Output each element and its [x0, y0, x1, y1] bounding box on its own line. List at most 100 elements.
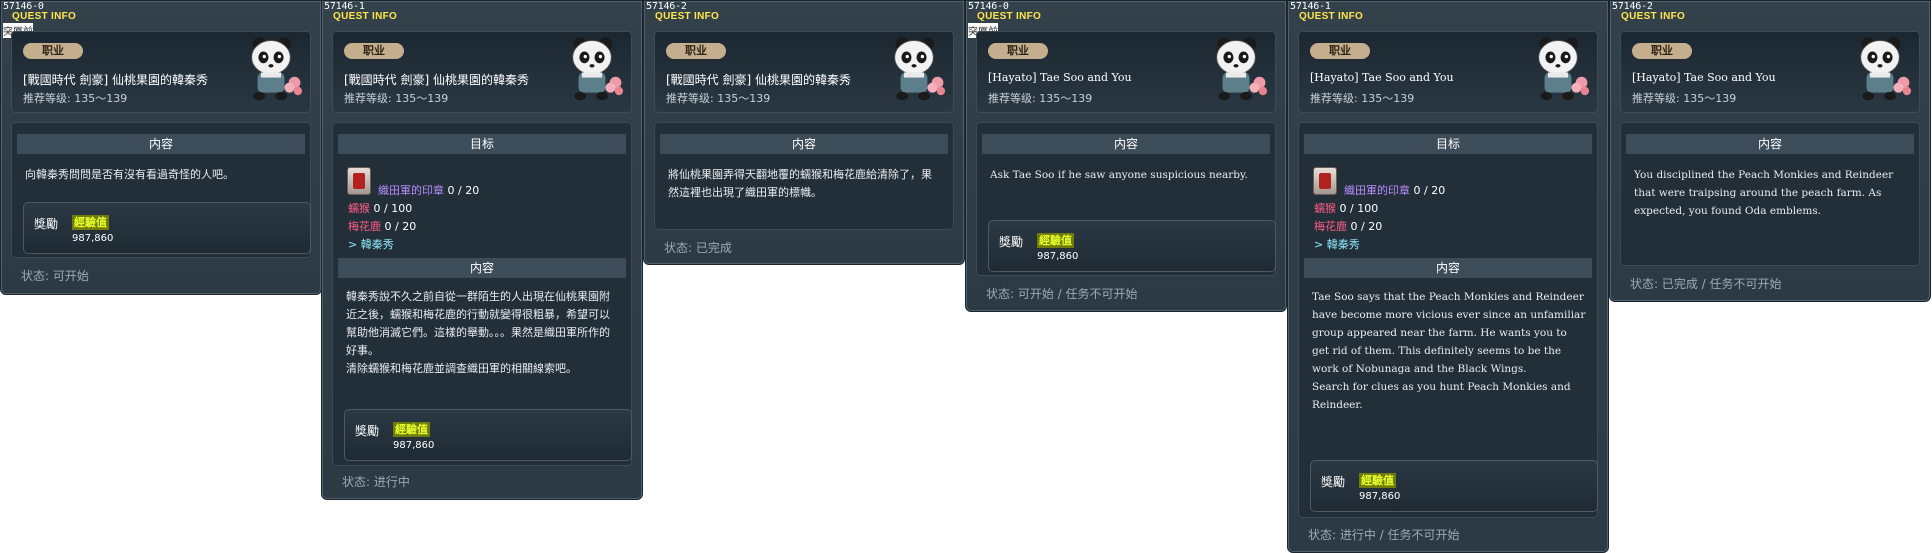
panda-npc-icon	[1860, 36, 1912, 101]
quest-status: 状态: 可开始 / 任务不可开始	[986, 287, 1138, 301]
content-header: 内容	[982, 134, 1270, 154]
content-panel: 内容 向韓秦秀問問是否有沒有看過奇怪的人吧。 獎勵 經驗值 987,860	[11, 122, 311, 258]
job-badge: 职业	[988, 43, 1048, 59]
mob-count: 0 / 20	[1350, 220, 1383, 233]
recommended-level: 推荐等级: 135～139	[988, 92, 1093, 105]
quest-status: 状态: 已完成 / 任务不可开始	[1630, 277, 1782, 291]
panda-npc-icon	[251, 36, 303, 101]
target-npc: > 韓秦秀	[348, 238, 394, 251]
content-header: 内容	[17, 134, 305, 154]
mob-count: 0 / 100	[1339, 202, 1379, 215]
job-badge: 职业	[23, 43, 83, 59]
exp-badge: 經驗值	[72, 215, 109, 230]
quest-card-3: 57146-2 QUEST INFO 职业 [戰國時代 劍豪] 仙桃果園的韓秦秀…	[643, 0, 965, 265]
job-badge: 职业	[344, 43, 404, 59]
quest-header: 职业 [Hayato] Tae Soo and You 推荐等级: 135～13…	[1298, 31, 1598, 113]
target-npc: > 韓秦秀	[1314, 238, 1360, 251]
quest-info-title: QUEST INFO	[12, 11, 77, 22]
mob-name: 梅花鹿	[348, 220, 381, 233]
exp-badge: 經驗值	[1037, 233, 1074, 248]
panda-npc-icon	[572, 36, 624, 101]
content-header: 内容	[1304, 258, 1592, 278]
content-header: 内容	[1626, 134, 1914, 154]
content-text: You disciplined the Peach Monkies and Re…	[1634, 169, 1894, 217]
reward-label: 獎勵	[34, 217, 59, 231]
reward-label: 獎勵	[1321, 475, 1346, 489]
quest-name: [戰國時代 劍豪] 仙桃果園的韓秦秀	[344, 73, 529, 87]
mob-count: 0 / 20	[384, 220, 417, 233]
reward-box: 獎勵 經驗值 987,860	[344, 409, 632, 461]
quest-status: 状态: 已完成	[664, 241, 732, 255]
quest-card-4: 57146-0 QUEST INFO 突厦前 职业 [Hayato] Tae S…	[965, 0, 1287, 312]
seal-item-icon	[1314, 168, 1336, 194]
quest-card-2: 57146-1 QUEST INFO 职业 [戰國時代 劍豪] 仙桃果園的韓秦秀…	[321, 0, 643, 500]
content-text: Ask Tae Soo if he saw anyone suspicious …	[990, 169, 1248, 181]
content-panel: 内容 You disciplined the Peach Monkies and…	[1620, 122, 1920, 266]
panda-npc-icon	[1216, 36, 1268, 101]
content-panel: 内容 將仙桃果園弄得天翻地覆的蠕猴和梅花鹿給清除了，果然這裡也出現了織田軍的標幟…	[654, 122, 954, 230]
target-item: 織田軍的印章 0 / 20	[378, 182, 479, 198]
seal-item-icon	[348, 168, 370, 194]
content-header: 内容	[660, 134, 948, 154]
content-text: 向韓秦秀問問是否有沒有看過奇怪的人吧。	[25, 168, 234, 181]
exp-value: 987,860	[393, 440, 435, 451]
quest-header: 职业 [Hayato] Tae Soo and You 推荐等级: 135～13…	[976, 31, 1276, 113]
reward-box: 獎勵 經驗值 987,860	[988, 220, 1276, 272]
content-panel: 目标 織田軍的印章 0 / 20 蠕猴 0 / 100 梅花鹿 0 / 20 >…	[332, 122, 632, 466]
quest-status: 状态: 可开始	[21, 269, 89, 283]
mob-count: 0 / 100	[373, 202, 413, 215]
exp-value: 987,860	[72, 233, 114, 244]
content-header: 内容	[338, 258, 626, 278]
mob-name: 梅花鹿	[1314, 220, 1347, 233]
target-header: 目标	[338, 134, 626, 154]
exp-badge: 經驗值	[393, 422, 430, 437]
panda-npc-icon	[1538, 36, 1590, 101]
content-text: 將仙桃果園弄得天翻地覆的蠕猴和梅花鹿給清除了，果然這裡也出現了織田軍的標幟。	[668, 168, 932, 199]
job-badge: 职业	[666, 43, 726, 59]
quest-name: [戰國時代 劍豪] 仙桃果園的韓秦秀	[666, 73, 851, 87]
quest-status: 状态: 进行中	[342, 475, 410, 489]
content-text: Tae Soo says that the Peach Monkies and …	[1312, 291, 1586, 411]
target-item-count: 0 / 20	[1413, 184, 1446, 197]
content-panel: 目标 織田軍的印章 0 / 20 蠕猴 0 / 100 梅花鹿 0 / 20 >…	[1298, 122, 1598, 518]
job-badge: 职业	[1310, 43, 1370, 59]
reward-label: 獎勵	[999, 235, 1024, 249]
quest-name: [Hayato] Tae Soo and You	[1310, 71, 1454, 84]
quest-info-title: QUEST INFO	[977, 11, 1042, 22]
quest-card-1: 57146-0 QUEST INFO 突厦前 职业 [戰國時代 劍豪] 仙桃果園…	[0, 0, 322, 295]
target-item-count: 0 / 20	[447, 184, 480, 197]
mob-name: 蠕猴	[348, 202, 370, 215]
reward-box: 獎勵 經驗值 987,860	[23, 202, 311, 254]
panda-npc-icon	[894, 36, 946, 101]
quest-info-title: QUEST INFO	[655, 11, 720, 22]
target-item-name: 織田軍的印章	[378, 184, 444, 197]
content-panel: 内容 Ask Tae Soo if he saw anyone suspicio…	[976, 122, 1276, 276]
quest-info-title: QUEST INFO	[1621, 11, 1686, 22]
target-mob: 蠕猴 0 / 100	[1314, 200, 1378, 216]
recommended-level: 推荐等级: 135～139	[1310, 92, 1415, 105]
quest-status: 状态: 进行中 / 任务不可开始	[1308, 528, 1460, 542]
target-header: 目标	[1304, 134, 1592, 154]
target-mob: 蠕猴 0 / 100	[348, 200, 412, 216]
quest-card-5: 57146-1 QUEST INFO 职业 [Hayato] Tae Soo a…	[1287, 0, 1609, 553]
quest-name: [Hayato] Tae Soo and You	[1632, 71, 1776, 84]
recommended-level: 推荐等级: 135～139	[666, 92, 771, 105]
target-mob: 梅花鹿 0 / 20	[1314, 218, 1382, 234]
target-item: 織田軍的印章 0 / 20	[1344, 182, 1445, 198]
quest-header: 职业 [戰國時代 劍豪] 仙桃果園的韓秦秀 推荐等级: 135～139	[332, 31, 632, 113]
reward-label: 獎勵	[355, 424, 380, 438]
recommended-level: 推荐等级: 135～139	[1632, 92, 1737, 105]
recommended-level: 推荐等级: 135～139	[23, 92, 128, 105]
mob-name: 蠕猴	[1314, 202, 1336, 215]
quest-name: [Hayato] Tae Soo and You	[988, 71, 1132, 84]
exp-value: 987,860	[1037, 251, 1079, 262]
quest-header: 职业 [戰國時代 劍豪] 仙桃果園的韓秦秀 推荐等级: 135～139	[11, 31, 311, 113]
reward-box: 獎勵 經驗值 987,860	[1310, 460, 1598, 512]
quest-info-title: QUEST INFO	[1299, 11, 1364, 22]
recommended-level: 推荐等级: 135～139	[344, 92, 449, 105]
job-badge: 职业	[1632, 43, 1692, 59]
quest-header: 职业 [Hayato] Tae Soo and You 推荐等级: 135～13…	[1620, 31, 1920, 113]
target-item-name: 織田軍的印章	[1344, 184, 1410, 197]
quest-info-title: QUEST INFO	[333, 11, 398, 22]
content-text: 韓秦秀說不久之前自從一群陌生的人出現在仙桃果園附近之後，蠕猴和梅花鹿的行動就變得…	[346, 290, 610, 375]
